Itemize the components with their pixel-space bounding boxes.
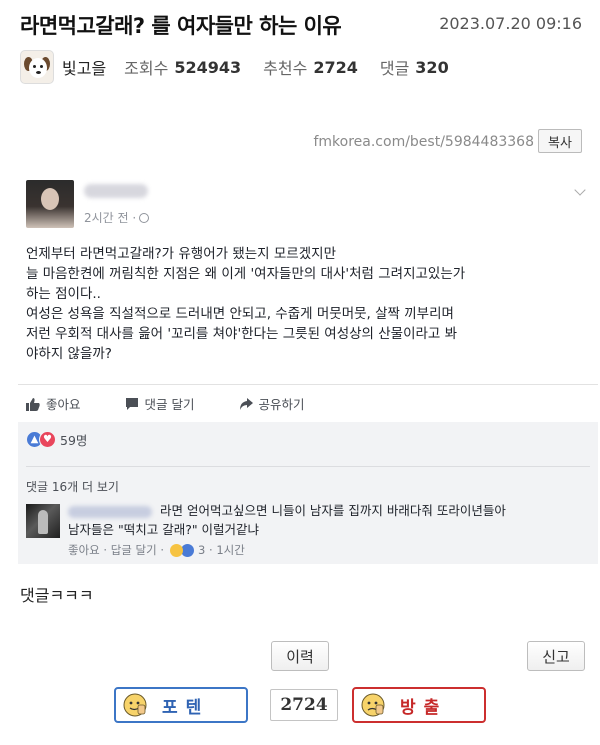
comment-reply: 답글 달기 — [110, 543, 157, 557]
post-body: 언제부터 라면먹고갈래?가 유행어가 됐는지 모르겠지만 늘 마음한켠에 꺼림칙… — [26, 244, 586, 364]
comment-text: 라면 얻어먹고싶으면 니들이 남자를 집까지 바래다줘 또라이년들아 남자들은 … — [68, 501, 588, 539]
more-comments: 댓글 16개 더 보기 — [26, 480, 119, 494]
comment-icon — [125, 397, 138, 410]
heart-reaction-icon: ♥ — [39, 431, 56, 448]
post-meta: 빛고을 조회수 524943 추천수 2724 댓글 320 — [20, 50, 471, 84]
globe-icon — [139, 213, 150, 223]
comment-action: 댓글 달기 — [125, 394, 195, 413]
thumbs-up-face-icon — [123, 693, 147, 717]
post-caption: 댓글ㅋㅋㅋ — [20, 586, 94, 605]
post-line: 야하지 않을까? — [26, 346, 112, 362]
post-datetime: 2023.07.20 09:16 — [439, 14, 582, 33]
poster-name-blurred — [84, 184, 148, 198]
history-button[interactable]: 이력 — [271, 641, 329, 671]
comment-meta: 좋아요 · 답글 달기 · 3 · 1시간 — [68, 543, 245, 557]
divider — [26, 466, 590, 467]
post-line: 언제부터 라면먹고갈래?가 유행어가 됐는지 모르겠지만 — [26, 246, 336, 262]
source-url[interactable]: fmkorea.com/best/5984483368 — [313, 134, 534, 150]
post-line: 늘 마음한켠에 꺼림칙한 지점은 왜 이게 '여자들만의 대사'처럼 그려지고있… — [26, 266, 466, 282]
poster-avatar — [26, 180, 74, 228]
comment-like: 좋아요 — [68, 543, 100, 557]
views-count: 524943 — [174, 57, 242, 77]
report-button[interactable]: 신고 — [527, 641, 585, 671]
reaction-count: 59명 — [60, 433, 88, 448]
downvote-label: 방출 — [400, 697, 448, 718]
chevron-down-icon — [574, 184, 586, 196]
comment-reaction-count: 3 — [198, 543, 206, 557]
author-name[interactable]: 빛고을 — [62, 55, 106, 79]
like-action: 좋아요 — [26, 394, 81, 413]
comment-line: 라면 얻어먹고싶으면 니들이 남자를 집까지 바래다줘 또라이년들아 — [160, 503, 506, 518]
post-title: 라면먹고갈래? 를 여자들만 하는 이유 — [20, 14, 342, 38]
share-action: 공유하기 — [239, 394, 305, 413]
downvote-button[interactable]: 방출 — [352, 687, 486, 723]
haha-reaction-icon — [170, 543, 184, 557]
comments-count: 320 — [415, 57, 449, 77]
post-line: 여성은 성욕을 직설적으로 드러내면 안되고, 수줍게 머뭇머뭇, 살짝 끼부리… — [26, 306, 454, 322]
post-card: 2시간 전 · 언제부터 라면먹고갈래?가 유행어가 됐는지 모르겠지만 늘 마… — [18, 168, 598, 384]
comment-line: 남자들은 "떡치고 갈래?" 이럴거같냐 — [68, 522, 260, 537]
thumbs-down-face-icon — [361, 693, 385, 717]
views-label: 조회수 — [124, 59, 169, 78]
recommend-count: 2724 — [313, 57, 358, 77]
upvote-button[interactable]: 포텐 — [114, 687, 248, 723]
recommend-label: 추천수 — [263, 59, 308, 78]
author-avatar[interactable] — [20, 50, 54, 84]
post-actions: 좋아요 댓글 달기 공유하기 — [18, 384, 598, 422]
comments-label: 댓글 — [379, 59, 410, 78]
comment-time: 1시간 — [216, 543, 245, 557]
copy-button[interactable]: 복사 — [538, 129, 582, 153]
upvote-label: 포텐 — [162, 697, 210, 718]
reaction-summary: ▲ ♥ 59명 — [26, 430, 87, 449]
share-icon — [239, 397, 253, 410]
thumbs-up-icon — [26, 397, 40, 411]
embedded-post-screenshot: 2시간 전 · 언제부터 라면먹고갈래?가 유행어가 됐는지 모르겠지만 늘 마… — [18, 168, 598, 564]
post-line: 저런 우회적 대사를 읊어 '꼬리를 쳐야'한다는 그릇된 여성상의 산물이라고… — [26, 326, 458, 342]
commenter-avatar — [26, 504, 60, 538]
post-time: 2시간 전 · — [84, 209, 150, 226]
vote-count: 2724 — [270, 689, 338, 721]
post-line: 하는 점이다.. — [26, 286, 101, 302]
